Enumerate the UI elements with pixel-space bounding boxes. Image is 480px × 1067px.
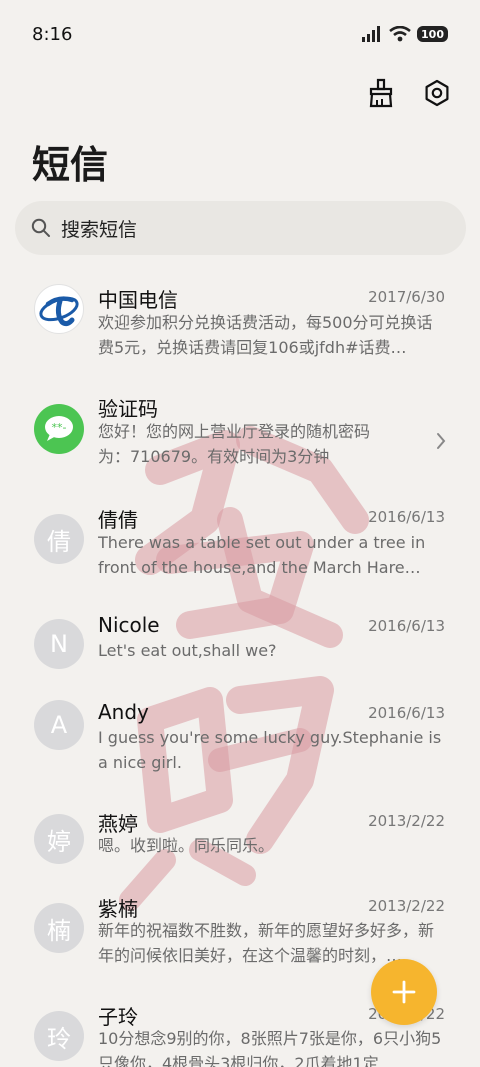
plus-icon [392, 980, 416, 1004]
message-preview: There was a table set out under a tree i… [98, 533, 426, 577]
conversation-list: 中国电信 2017/6/30 欢迎参加积分兑换话费活动，每500分可兑换话费5元… [0, 270, 480, 1067]
avatar: 玲 [34, 1011, 84, 1061]
message-date: 2013/2/22 [368, 812, 445, 830]
broom-icon [369, 78, 393, 108]
message-date: 2013/2/22 [368, 897, 445, 915]
conversation-item[interactable]: 婷 燕婷 2013/2/22 嗯。收到啦。同乐同乐。 [0, 795, 480, 880]
message-preview: 您好！您的网上营业厅登录的随机密码为：710679。有效时间为3分钟 [98, 422, 371, 466]
conversation-item[interactable]: N Nicole 2016/6/13 Let's eat out,shall w… [0, 600, 480, 685]
message-preview: I guess you're some lucky guy.Stephanie … [98, 728, 442, 772]
search-input[interactable]: 搜索短信 [15, 201, 466, 255]
contact-name: 中国电信 [98, 288, 178, 312]
new-message-button[interactable] [371, 959, 437, 1025]
settings-button[interactable] [420, 76, 454, 110]
search-icon [31, 218, 50, 237]
contact-name: Andy [98, 700, 149, 724]
status-time: 8:16 [32, 23, 73, 45]
clean-button[interactable] [364, 76, 398, 110]
message-preview: Let's eat out,shall we? [98, 641, 277, 660]
conversation-item[interactable]: 倩 倩倩 2016/6/13 There was a table set out… [0, 490, 480, 600]
avatar: **- [34, 404, 84, 454]
message-date: 2016/6/13 [368, 508, 445, 526]
contact-name: Nicole [98, 613, 160, 637]
contact-name: 倩倩 [98, 508, 138, 532]
conversation-item[interactable]: 中国电信 2017/6/30 欢迎参加积分兑换话费活动，每500分可兑换话费5元… [0, 270, 480, 380]
gear-icon [425, 79, 449, 107]
conversation-item[interactable]: **- 验证码 您好！您的网上营业厅登录的随机密码为：710679。有效时间为3… [0, 380, 480, 490]
avatar: 倩 [34, 514, 84, 564]
signal-icon [362, 26, 381, 42]
avatar [34, 284, 84, 334]
status-bar: 8:16 100 [0, 0, 480, 68]
message-date: 2017/6/30 [368, 288, 445, 306]
message-bubble-icon: **- [45, 416, 73, 441]
contact-name: 验证码 [98, 397, 158, 421]
top-actions [364, 76, 454, 110]
china-telecom-logo-icon [39, 296, 79, 327]
message-date: 2016/6/13 [368, 617, 445, 635]
svg-text:**-: **- [52, 421, 67, 434]
conversation-item[interactable]: A Andy 2016/6/13 I guess you're some luc… [0, 685, 480, 795]
page-title: 短信 [32, 143, 109, 187]
avatar: 楠 [34, 903, 84, 953]
wifi-icon [389, 26, 411, 42]
message-preview: 欢迎参加积分兑换话费活动，每500分可兑换话费5元，兑换话费请回复106或jfd… [98, 313, 433, 357]
status-icons: 100 [361, 26, 448, 42]
chevron-right-icon [437, 433, 446, 449]
message-date: 2016/6/13 [368, 704, 445, 722]
message-preview: 10分想念9别的你，8张照片7张是你，6只小狗5只像你，4根骨头3根归你，2爪着… [98, 1029, 442, 1067]
message-preview: 嗯。收到啦。同乐同乐。 [98, 836, 275, 855]
battery-indicator: 100 [417, 26, 448, 42]
avatar: N [34, 619, 84, 669]
avatar: 婷 [34, 814, 84, 864]
search-placeholder: 搜索短信 [61, 218, 138, 241]
avatar: A [34, 700, 84, 750]
